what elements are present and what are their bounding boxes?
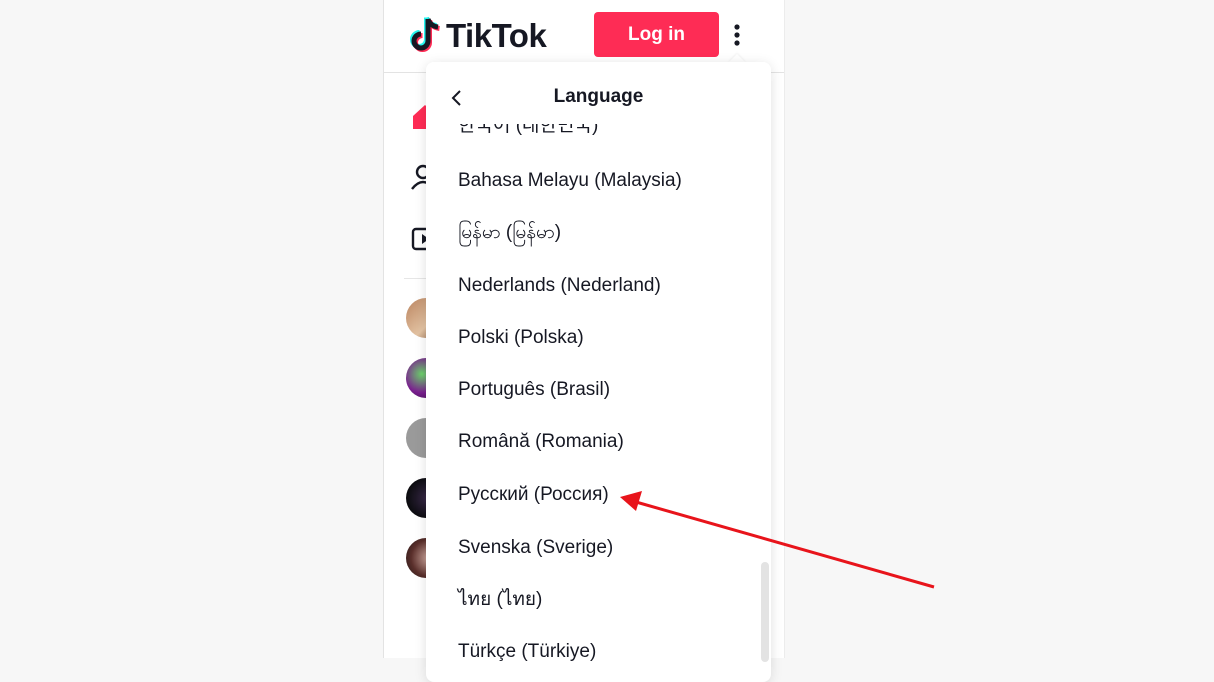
language-option-polish[interactable]: Polski (Polska)	[458, 318, 748, 358]
language-menu-header: Language	[426, 62, 771, 124]
tiktok-note-icon	[410, 16, 440, 52]
vertical-dots-icon[interactable]	[726, 20, 748, 50]
language-dropdown: 한국어 (대한민국) Bahasa Melayu (Malaysia) မြန်…	[426, 62, 771, 682]
language-option-thai[interactable]: ไทย (ไทย)	[458, 580, 748, 620]
language-option-burmese[interactable]: မြန်မာ (မြန်မာ)	[458, 213, 748, 253]
logo-text: TikTok	[446, 17, 547, 54]
language-menu-title: Language	[553, 86, 644, 107]
dropdown-scrollbar[interactable]	[761, 562, 769, 662]
language-list[interactable]: 한국어 (대한민국) Bahasa Melayu (Malaysia) မြန်…	[426, 62, 771, 682]
tiktok-logo[interactable]: TikTok	[408, 14, 547, 58]
language-option-malay[interactable]: Bahasa Melayu (Malaysia)	[458, 161, 748, 201]
language-option-turkish[interactable]: Türkçe (Türkiye)	[458, 632, 748, 672]
language-option-dutch[interactable]: Nederlands (Nederland)	[458, 266, 748, 306]
language-option-russian[interactable]: Русский (Россия)	[458, 475, 748, 515]
language-option-swedish[interactable]: Svenska (Sverige)	[458, 528, 748, 568]
language-option-romanian[interactable]: Română (Romania)	[458, 422, 748, 462]
login-button[interactable]: Log in	[594, 12, 719, 57]
language-option-portuguese[interactable]: Português (Brasil)	[458, 370, 748, 410]
